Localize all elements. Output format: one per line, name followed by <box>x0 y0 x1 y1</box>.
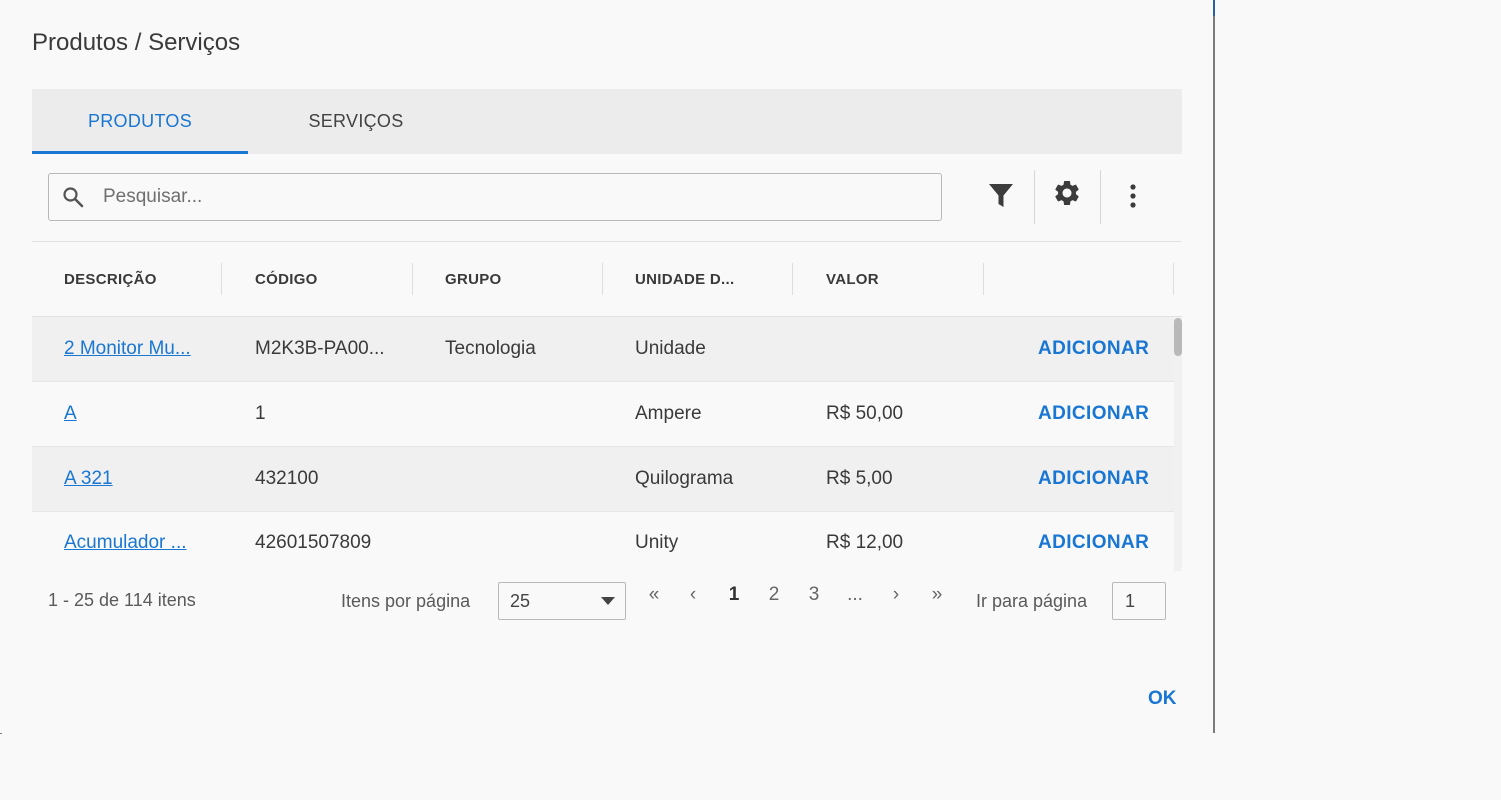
product-description-link[interactable]: Acumulador ... <box>64 512 187 571</box>
column-divider[interactable] <box>602 263 603 295</box>
tab-bar: PRODUTOS SERVIÇOS <box>32 89 1182 154</box>
add-button[interactable]: ADICIONAR <box>1038 447 1149 511</box>
next-page-button[interactable]: › <box>889 584 903 608</box>
items-per-page-select[interactable]: 25 <box>498 582 626 620</box>
page-button-2[interactable]: 2 <box>766 584 782 608</box>
product-price: R$ 12,00 <box>826 532 904 553</box>
table-scrollbar-thumb[interactable] <box>1174 318 1182 356</box>
table-row: 2 Monitor Mu... M2K3B-PA00... Tecnologia… <box>32 317 1174 382</box>
last-page-button[interactable]: » <box>928 584 946 608</box>
column-header-codigo[interactable]: CÓDIGO <box>255 271 318 288</box>
column-header-descricao[interactable]: DESCRIÇÃO <box>64 271 157 288</box>
column-divider[interactable] <box>221 263 222 295</box>
search-icon <box>63 187 84 208</box>
column-divider[interactable] <box>792 263 793 295</box>
column-divider[interactable] <box>983 263 984 295</box>
page-button-3[interactable]: 3 <box>806 584 822 608</box>
chevron-down-icon <box>601 597 615 605</box>
goto-page-input[interactable]: 1 <box>1112 582 1166 620</box>
tab-produtos[interactable]: PRODUTOS <box>32 89 248 154</box>
products-services-dialog: Produtos / Serviços PRODUTOS SERVIÇOS DE… <box>0 0 1213 733</box>
add-button[interactable]: ADICIONAR <box>1038 317 1149 381</box>
page-button-1[interactable]: 1 <box>726 584 742 608</box>
dialog-title: Produtos / Serviços <box>32 29 241 56</box>
filter-icon[interactable] <box>983 178 1019 214</box>
product-description-link[interactable]: A <box>64 382 77 446</box>
product-price: R$ 50,00 <box>826 403 904 424</box>
product-group: Tecnologia <box>445 338 536 359</box>
goto-page-label: Ir para página <box>976 591 1088 611</box>
window-border-right <box>1213 0 1215 733</box>
page-ellipsis-button[interactable]: ... <box>845 584 865 608</box>
product-code: M2K3B-PA00... <box>255 338 385 359</box>
toolbar-divider <box>1034 170 1035 224</box>
more-vert-icon[interactable] <box>1115 178 1151 214</box>
prev-page-button[interactable]: ‹ <box>686 584 700 608</box>
search-input[interactable] <box>103 174 923 220</box>
tab-servicos[interactable]: SERVIÇOS <box>248 89 464 154</box>
column-divider[interactable] <box>412 263 413 295</box>
table-row: A 1 Ampere R$ 50,00 ADICIONAR <box>32 382 1174 447</box>
search-box <box>48 173 942 221</box>
add-button[interactable]: ADICIONAR <box>1038 382 1149 446</box>
goto-page-value: 1 <box>1125 591 1136 611</box>
product-code: 432100 <box>255 468 319 489</box>
ok-button[interactable]: OK <box>1148 688 1177 710</box>
pager-info: 1 - 25 de 114 itens <box>48 590 196 610</box>
column-header-unidade[interactable]: UNIDADE D... <box>635 271 734 288</box>
items-per-page-value: 25 <box>510 591 531 611</box>
table-row: Acumulador ... 42601507809 Unity R$ 12,0… <box>32 512 1174 571</box>
product-code: 1 <box>255 403 266 424</box>
product-unit: Ampere <box>635 403 702 424</box>
product-description-link[interactable]: 2 Monitor Mu... <box>64 317 191 381</box>
gear-icon[interactable] <box>1049 175 1085 211</box>
first-page-button[interactable]: « <box>645 584 663 608</box>
product-unit: Unity <box>635 532 679 553</box>
column-divider[interactable] <box>1173 263 1174 295</box>
table-row: A 321 432100 Quilograma R$ 5,00 ADICIONA… <box>32 447 1174 512</box>
product-code: 42601507809 <box>255 532 372 553</box>
product-price: R$ 5,00 <box>826 468 893 489</box>
toolbar-divider <box>1100 170 1101 224</box>
column-header-grupo[interactable]: GRUPO <box>445 271 502 288</box>
items-per-page-label: Itens por página <box>341 591 471 611</box>
add-button[interactable]: ADICIONAR <box>1038 512 1149 571</box>
product-description-link[interactable]: A 321 <box>64 447 113 511</box>
product-unit: Unidade <box>635 338 706 359</box>
table-top-divider <box>32 241 1182 242</box>
product-unit: Quilograma <box>635 468 734 489</box>
column-header-valor[interactable]: VALOR <box>826 271 879 288</box>
